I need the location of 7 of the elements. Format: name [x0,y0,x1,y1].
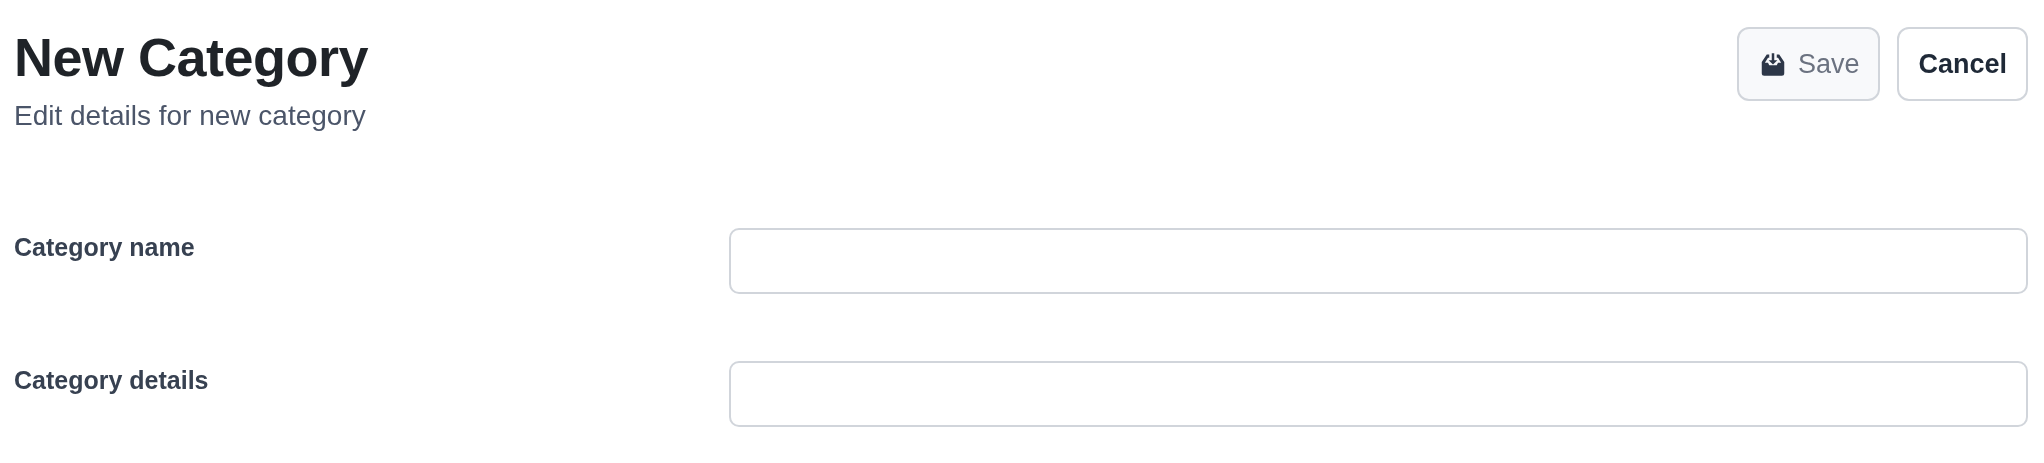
field-label: Category name [14,232,196,262]
text-input[interactable] [729,361,2028,427]
page-title: New Category [14,26,369,88]
cancel-button[interactable]: Cancel [1897,27,2028,101]
page-subtitle: Edit details for new category [14,99,367,133]
field-label: Category details [14,365,210,395]
text-input[interactable] [729,228,2028,294]
